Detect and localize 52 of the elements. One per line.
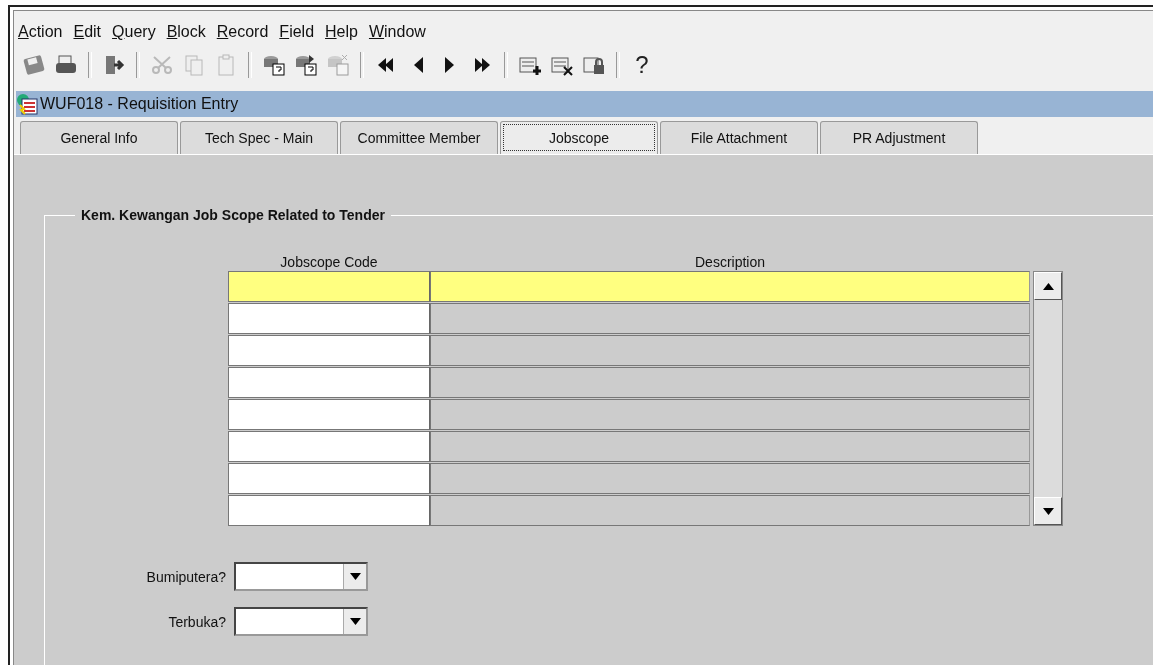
- description-field[interactable]: [430, 303, 1030, 334]
- menu-item[interactable]: Record: [216, 23, 269, 45]
- code-input-field[interactable]: [228, 367, 430, 398]
- description-field[interactable]: [430, 399, 1030, 430]
- tab[interactable]: Jobscope: [500, 121, 658, 154]
- copy-icon: [182, 53, 206, 77]
- description-field[interactable]: [430, 367, 1030, 398]
- code-input-field[interactable]: [228, 463, 430, 494]
- up-triangle-icon: [1042, 282, 1054, 290]
- description-field[interactable]: [430, 431, 1030, 462]
- description-field[interactable]: [430, 463, 1030, 494]
- window-title: WUF018 - Requisition Entry: [40, 95, 239, 113]
- scissors-icon: [150, 53, 174, 77]
- description-field[interactable]: [430, 335, 1030, 366]
- description-field[interactable]: [430, 495, 1030, 526]
- scroll-up-button[interactable]: [1034, 272, 1062, 300]
- code-input-field[interactable]: [228, 495, 430, 526]
- menu-item[interactable]: Query: [112, 23, 156, 45]
- column-header: Jobscope Code: [279, 254, 379, 270]
- help-button[interactable]: ?: [628, 51, 656, 79]
- code-input-field[interactable]: [228, 431, 430, 462]
- down-triangle-icon: [1042, 507, 1054, 515]
- menu-item[interactable]: Window: [368, 23, 426, 45]
- column-header: Description: [694, 254, 766, 270]
- menu-item[interactable]: Help: [325, 23, 358, 45]
- tab[interactable]: Committee Member: [340, 121, 498, 154]
- query-cancel-icon: [326, 53, 350, 77]
- menu-item[interactable]: Edit: [73, 23, 102, 45]
- code-input-field[interactable]: [228, 335, 430, 366]
- scrollbar[interactable]: [1033, 271, 1063, 526]
- tab[interactable]: General Info: [20, 121, 178, 154]
- tab[interactable]: File Attachment: [660, 121, 818, 154]
- dropdown-field[interactable]: [234, 607, 368, 636]
- menu-item[interactable]: Field: [279, 23, 315, 45]
- query-run-icon: [294, 53, 318, 77]
- field-label: Terbuka?: [167, 613, 226, 630]
- code-input-field[interactable]: [228, 399, 430, 430]
- menu-item[interactable]: Action: [18, 23, 63, 45]
- form-icon: [16, 93, 38, 115]
- code-input-field[interactable]: [228, 271, 430, 302]
- tab[interactable]: PR Adjustment: [820, 121, 978, 154]
- tab[interactable]: Tech Spec - Main: [180, 121, 338, 154]
- dropdown-field[interactable]: [234, 562, 368, 591]
- menu-item[interactable]: Block: [166, 23, 206, 45]
- dropdown-arrow-icon: [349, 573, 361, 580]
- group-title: Kem. Kewangan Job Scope Related to Tender: [75, 207, 391, 223]
- query-icon: [262, 53, 286, 77]
- description-field[interactable]: [430, 271, 1030, 302]
- dropdown-arrow-icon: [349, 618, 361, 625]
- scroll-down-button[interactable]: [1034, 497, 1062, 525]
- code-input-field[interactable]: [228, 303, 430, 334]
- field-label: Bumiputera?: [145, 568, 226, 585]
